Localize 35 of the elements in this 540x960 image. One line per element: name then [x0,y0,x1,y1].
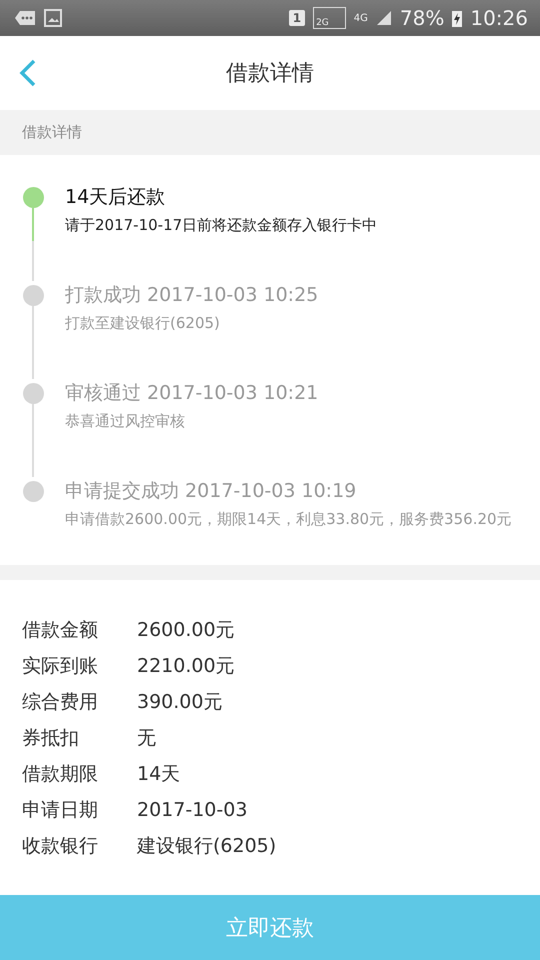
timeline-description: 恭喜通过风控审核 [65,411,186,432]
timeline-title: 14天后还款 [65,185,166,210]
detail-value: 14天 [137,762,180,787]
detail-label: 借款金额 [22,618,99,643]
detail-value: 390.00元 [137,690,222,715]
battery-icon [452,9,462,27]
detail-label: 综合费用 [22,690,99,715]
section-label: 借款详情 [21,122,83,143]
timeline-title: 申请提交成功 2017-10-03 10:19 [65,479,358,504]
timeline-title: 打款成功 2017-10-03 10:25 [65,283,320,308]
timeline-description: 打款至建设银行(6205) [65,313,221,334]
detail-label: 实际到账 [22,654,99,679]
timeline-description: 请于2017-10-17日前将还款金额存入银行卡中 [65,215,378,236]
timeline-title: 审核通过 2017-10-03 10:21 [65,381,320,406]
network-type: 4G [354,12,368,24]
detail-value: 2210.00元 [137,654,235,679]
detail-label: 借款期限 [22,762,99,787]
detail-value: 2017-10-03 [137,799,248,821]
detail-value: 无 [137,726,156,751]
battery-percent: 78% [400,6,444,30]
detail-label: 申请日期 [22,798,99,823]
message-icon [14,10,36,26]
sim-indicator: 1 [288,10,306,26]
network-indicator: 2G [313,7,346,29]
clock: 10:26 [470,6,528,30]
detail-value: 2600.00元 [137,618,235,643]
back-icon[interactable] [18,58,38,88]
repay-button[interactable]: 立即还款 [0,895,540,960]
image-icon [44,9,62,27]
detail-value: 建设银行(6205) [137,834,276,859]
page-title: 借款详情 [226,60,314,88]
detail-label: 收款银行 [22,834,99,859]
signal-icon [376,10,392,26]
detail-label: 券抵扣 [22,726,80,751]
timeline-description: 申请借款2600.00元，期限14天，利息33.80元，服务费356.20元 [65,509,513,530]
